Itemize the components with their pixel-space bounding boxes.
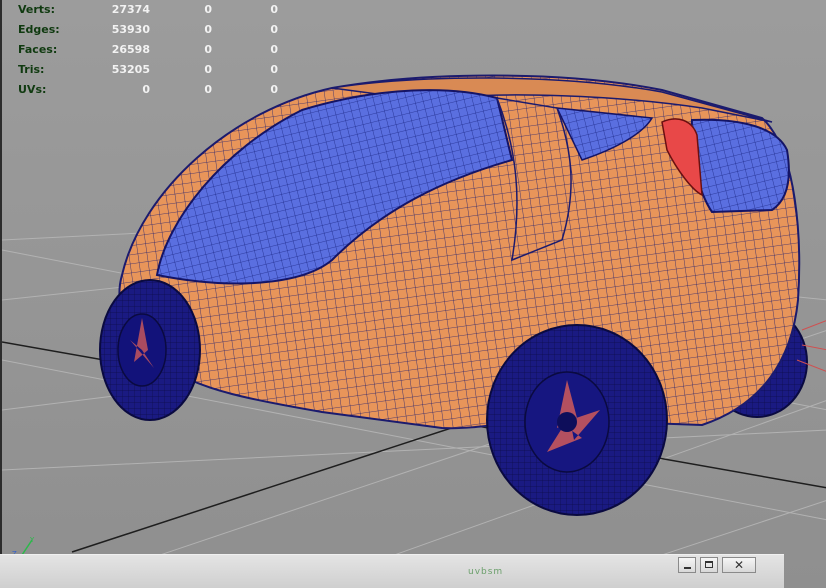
stat-value: 0 <box>142 83 150 96</box>
stat-value: 53930 <box>111 23 150 36</box>
stat-row-edges: Edges: 53930 0 0 <box>18 20 278 40</box>
stat-value: 0 <box>204 23 212 36</box>
stat-value: 0 <box>204 63 212 76</box>
stat-row-verts: Verts: 27374 0 0 <box>18 0 278 20</box>
stat-value: 0 <box>270 23 278 36</box>
stat-label: Edges: <box>18 23 60 36</box>
stat-value: 27374 <box>111 3 150 16</box>
stat-value: 53205 <box>111 63 150 76</box>
minimized-window[interactable]: uvbsm ✕ <box>0 554 784 588</box>
restore-icon <box>705 561 713 568</box>
stat-value: 26598 <box>111 43 150 56</box>
stat-value: 0 <box>204 43 212 56</box>
stat-row-faces: Faces: 26598 0 0 <box>18 40 278 60</box>
window-controls: ✕ <box>678 557 756 575</box>
close-icon: ✕ <box>734 558 745 572</box>
stat-row-tris: Tris: 53205 0 0 <box>18 60 278 80</box>
rear-wheel-near <box>486 324 668 516</box>
3d-viewport[interactable]: Verts: 27374 0 0 Edges: 53930 0 0 Faces:… <box>0 0 826 588</box>
close-button[interactable]: ✕ <box>722 557 756 573</box>
stat-label: Tris: <box>18 63 45 76</box>
stat-value: 0 <box>270 43 278 56</box>
stat-value: 0 <box>270 3 278 16</box>
minimize-icon <box>684 567 691 569</box>
restore-button[interactable] <box>700 557 718 573</box>
stat-label: UVs: <box>18 83 47 96</box>
window-title: uvbsm <box>468 567 504 577</box>
front-wheel <box>99 279 201 421</box>
stat-label: Verts: <box>18 3 56 16</box>
stat-value: 0 <box>270 83 278 96</box>
stat-label: Faces: <box>18 43 58 56</box>
stat-value: 0 <box>204 83 212 96</box>
stat-row-uvs: UVs: 0 0 0 <box>18 80 278 100</box>
stat-value: 0 <box>270 63 278 76</box>
stat-value: 0 <box>204 3 212 16</box>
minimize-button[interactable] <box>678 557 696 573</box>
axis-y-label: Y <box>29 536 35 544</box>
poly-count-hud: Verts: 27374 0 0 Edges: 53930 0 0 Faces:… <box>18 0 278 100</box>
